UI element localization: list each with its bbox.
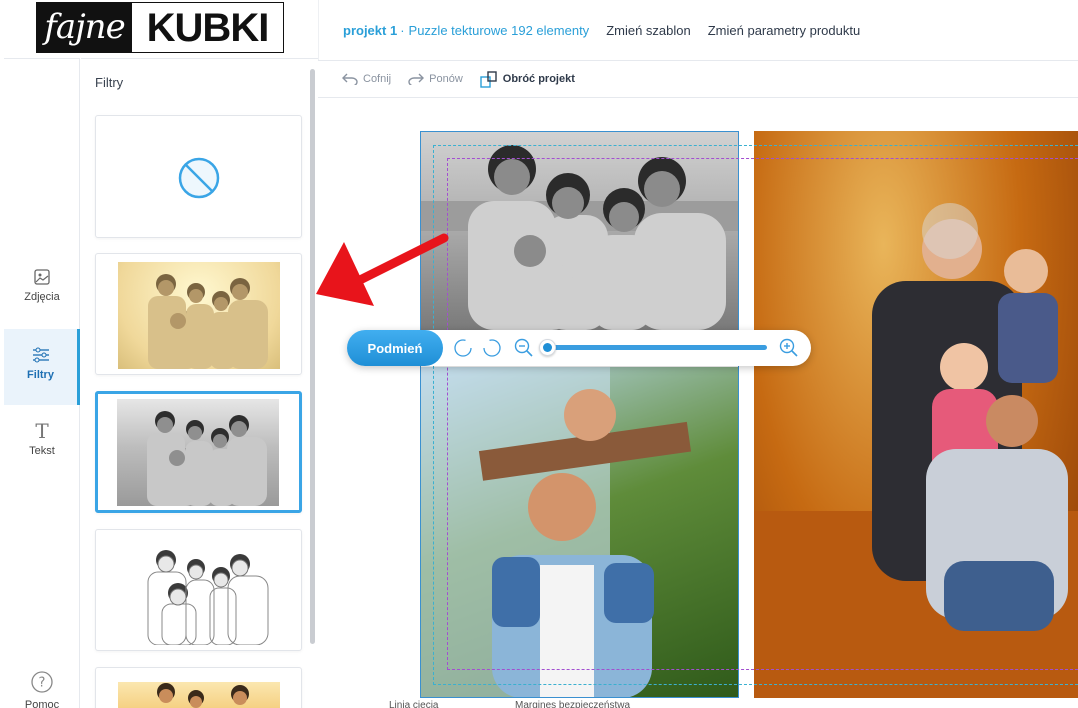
redo-button[interactable]: Ponów <box>408 73 463 85</box>
help-icon: ? <box>31 671 53 693</box>
family-photo-sketch <box>147 550 269 645</box>
photo-frame-right[interactable] <box>754 131 1078 698</box>
filters-panel-title: Filtry <box>95 75 124 90</box>
filter-card-grayscale[interactable] <box>95 391 302 513</box>
undo-button[interactable]: Cofnij <box>342 73 391 85</box>
editor-app: fajne KUBKI projekt 1 · Puzzle tekturowe… <box>0 0 1078 708</box>
filter-thumb-original <box>118 682 280 708</box>
sidebar-item-filters[interactable]: Filtry <box>4 329 80 405</box>
autumn-family-photo <box>754 203 1078 698</box>
safety-margin-legend-label: Margines bezpieczeństwa <box>515 700 631 708</box>
text-icon: T <box>35 419 49 443</box>
filter-thumb-sepia <box>118 262 280 369</box>
redo-label: Ponów <box>429 73 463 85</box>
undo-icon <box>342 73 358 85</box>
zoom-slider-track[interactable] <box>543 345 767 350</box>
filter-card-original[interactable] <box>95 667 302 708</box>
editor-toolbar: Cofnij Ponów Obróć projekt <box>318 60 1078 98</box>
zoom-out-icon[interactable] <box>514 338 534 358</box>
project-name[interactable]: projekt 1 <box>343 23 397 38</box>
logo-script-text: fajne <box>37 3 132 52</box>
rotate-icon <box>480 71 497 88</box>
rotate-left-icon[interactable] <box>453 338 473 358</box>
photo-frame-bottom-left[interactable] <box>420 367 739 698</box>
rotate-right-icon[interactable] <box>482 338 502 358</box>
red-arrow-annotation <box>316 233 449 306</box>
left-sidebar: Zdjęcia Filtry T Tekst ? Pomoc <box>4 58 80 708</box>
sidebar-label-filters: Filtry <box>27 369 54 381</box>
undo-label: Cofnij <box>363 73 392 85</box>
filter-card-sketch[interactable] <box>95 529 302 651</box>
image-icon <box>34 269 50 285</box>
father-son-photo <box>420 367 692 698</box>
filter-card-none[interactable] <box>95 115 302 238</box>
family-photo-grayscale <box>147 411 267 506</box>
sidebar-label-photos: Zdjęcia <box>24 291 60 303</box>
sidebar-item-help[interactable]: ? Pomoc <box>4 671 80 708</box>
product-name: Puzzle tekturowe 192 elementy <box>408 22 590 38</box>
sidebar-item-photos[interactable]: Zdjęcia <box>4 269 80 319</box>
photo-frame-top-left[interactable] <box>420 131 739 330</box>
change-template-link[interactable]: Zmień szablon <box>606 23 691 38</box>
filter-thumb-grayscale <box>117 399 279 506</box>
filter-thumb-sketch <box>118 538 280 645</box>
family-photo-sepia <box>148 274 268 369</box>
family-photo-original <box>157 683 249 708</box>
replace-photo-button[interactable]: Podmień <box>347 330 443 366</box>
fajne-kubki-logo[interactable]: fajne KUBKI <box>36 2 284 53</box>
sidebar-label-text: Tekst <box>29 445 55 457</box>
filters-scrollbar[interactable] <box>310 69 315 644</box>
filters-panel: Filtry <box>81 58 318 708</box>
sidebar-label-help: Pomoc <box>24 699 60 708</box>
svg-text:?: ? <box>39 676 46 691</box>
cut-line-legend-label: Linia cięcia <box>389 700 439 708</box>
filter-card-sepia[interactable] <box>95 253 302 375</box>
family-photo-grayscale-large <box>420 145 739 330</box>
change-params-link[interactable]: Zmień parametry produktu <box>708 23 860 38</box>
project-header: projekt 1 · Puzzle tekturowe 192 element… <box>318 0 1078 60</box>
redo-icon <box>408 73 425 85</box>
sliders-icon <box>32 347 49 363</box>
sidebar-item-text[interactable]: T Tekst <box>4 421 80 471</box>
rotate-project-button[interactable]: Obróć projekt <box>480 70 575 88</box>
zoom-slider-handle[interactable] <box>539 339 556 356</box>
no-filter-icon <box>178 157 220 199</box>
header-separator: · <box>400 22 405 38</box>
rotate-label: Obróć projekt <box>502 73 575 85</box>
logo-bold-text: KUBKI <box>146 6 270 50</box>
zoom-in-icon[interactable] <box>779 338 799 358</box>
